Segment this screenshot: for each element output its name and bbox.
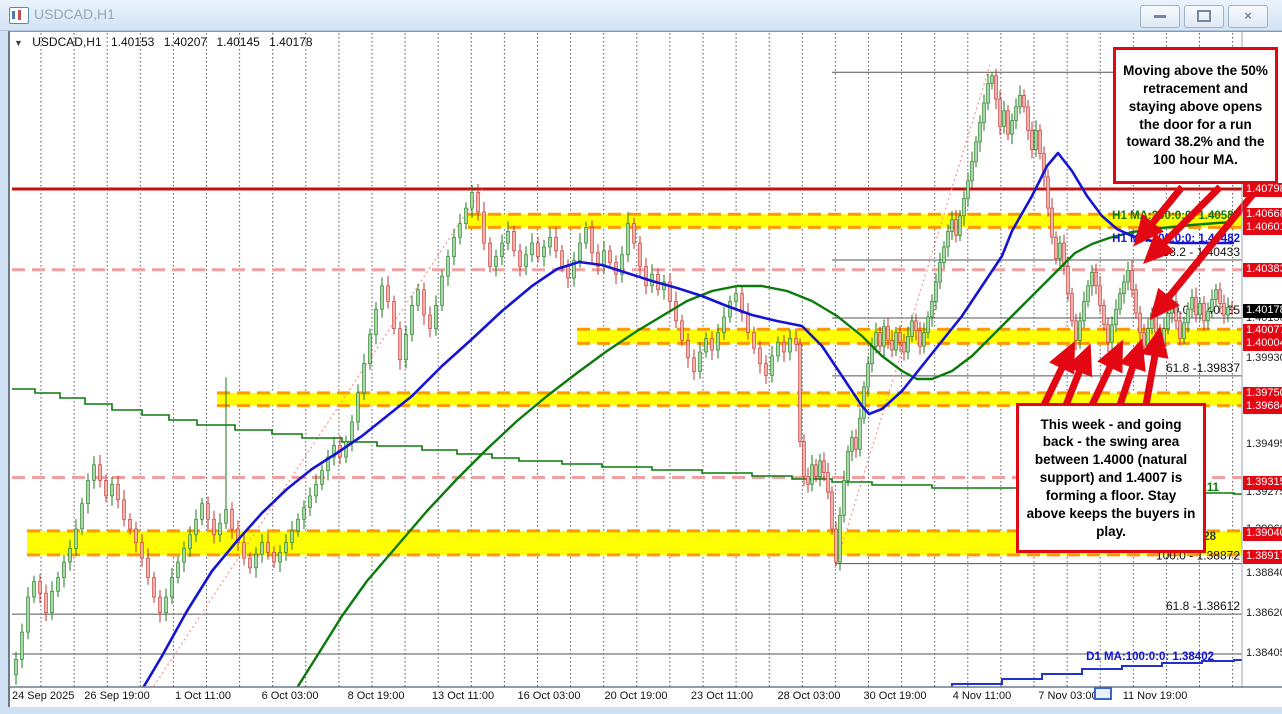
level-price-badge: 1.40383: [1243, 263, 1282, 277]
level-price-badge: 1.39040: [1243, 527, 1282, 541]
ma-value-label: D1 MA:100:0:0: 1.38402: [1086, 651, 1214, 663]
time-label: 20 Oct 19:00: [605, 690, 668, 702]
level-price-badge: 1.38917: [1243, 550, 1282, 564]
window-titlebar[interactable]: USDCAD,H1 ×: [0, 0, 1282, 31]
time-label: 4 Nov 11:00: [953, 690, 1012, 702]
fib-label: 61.8 -1.38612: [1166, 599, 1240, 613]
time-label: 24 Sep 2025: [12, 690, 74, 702]
chart-window-icon: [9, 7, 29, 24]
level-price-badge: 1.40668: [1243, 208, 1282, 222]
expander-icon[interactable]: ▼: [14, 38, 23, 48]
price-label: 1.38405: [1246, 647, 1282, 659]
chart-ohlc-header: ▼ USDCAD,H1 1.40153 1.40207 1.40145 1.40…: [14, 35, 319, 49]
minimize-button[interactable]: [1140, 5, 1180, 28]
header-high: 1.40207: [164, 35, 207, 49]
time-label: 30 Oct 19:00: [864, 690, 927, 702]
price-label: 1.38840: [1246, 567, 1282, 579]
time-label: 26 Sep 19:00: [84, 690, 149, 702]
time-axis-object-marker[interactable]: [1094, 687, 1112, 700]
level-price-badge: 1.39750: [1243, 387, 1282, 401]
time-label: 11 Nov 19:00: [1123, 690, 1188, 702]
time-label: 7 Nov 03:00: [1038, 690, 1097, 702]
plot-background: [12, 32, 1242, 687]
header-symbol: USDCAD,H1: [32, 35, 101, 49]
ma-value-label: H1 MA:200:0:0: 1.40587: [1112, 210, 1240, 222]
level-price-badge: 1.39315: [1243, 476, 1282, 490]
mt4-window: USDCAD,H1 × 38.2 - 1.4043350.0 -1.401356…: [0, 0, 1282, 714]
time-label: 8 Oct 19:00: [348, 690, 405, 702]
header-open: 1.40153: [111, 35, 154, 49]
time-label: 28 Oct 03:00: [778, 690, 841, 702]
price-label: 1.39495: [1246, 438, 1282, 450]
header-close: 1.40178: [269, 35, 312, 49]
window-title: USDCAD,H1: [34, 6, 115, 22]
time-label: 16 Oct 03:00: [518, 690, 581, 702]
minimize-icon: [1154, 15, 1166, 18]
chart-area[interactable]: 38.2 - 1.4043350.0 -1.4013561.8 -1.39837…: [8, 31, 1282, 707]
level-price-badge: 1.40601: [1243, 221, 1282, 235]
price-label: 1.39930: [1246, 352, 1282, 364]
level-price-badge: 1.40077: [1243, 324, 1282, 338]
annotation-top-callout[interactable]: Moving above the 50% retracement and sta…: [1113, 47, 1278, 184]
annotation-bottom-text: This week - and going back - the swing a…: [1025, 416, 1197, 541]
fib-label: 61.8 -1.39837: [1166, 361, 1240, 375]
time-label: 6 Oct 03:00: [262, 690, 319, 702]
restore-button[interactable]: [1184, 5, 1224, 28]
time-label: 13 Oct 11:00: [432, 690, 494, 702]
price-chart-canvas[interactable]: 38.2 - 1.4043350.0 -1.4013561.8 -1.39837…: [10, 32, 1282, 707]
time-label: 1 Oct 11:00: [175, 690, 231, 702]
annotation-top-text: Moving above the 50% retracement and sta…: [1122, 62, 1269, 169]
restore-icon: [1197, 10, 1211, 22]
time-label: 23 Oct 11:00: [691, 690, 753, 702]
close-button[interactable]: ×: [1228, 5, 1268, 28]
current-price-badge: 1.40178: [1243, 304, 1282, 318]
level-price-badge: 1.40004: [1243, 337, 1282, 351]
price-label: 1.38620: [1246, 607, 1282, 619]
header-low: 1.40145: [216, 35, 259, 49]
level-price-badge: 1.40798: [1243, 183, 1282, 197]
close-icon: ×: [1244, 8, 1252, 23]
annotation-bottom-callout[interactable]: This week - and going back - the swing a…: [1016, 403, 1206, 553]
level-price-badge: 1.39684: [1243, 400, 1282, 414]
